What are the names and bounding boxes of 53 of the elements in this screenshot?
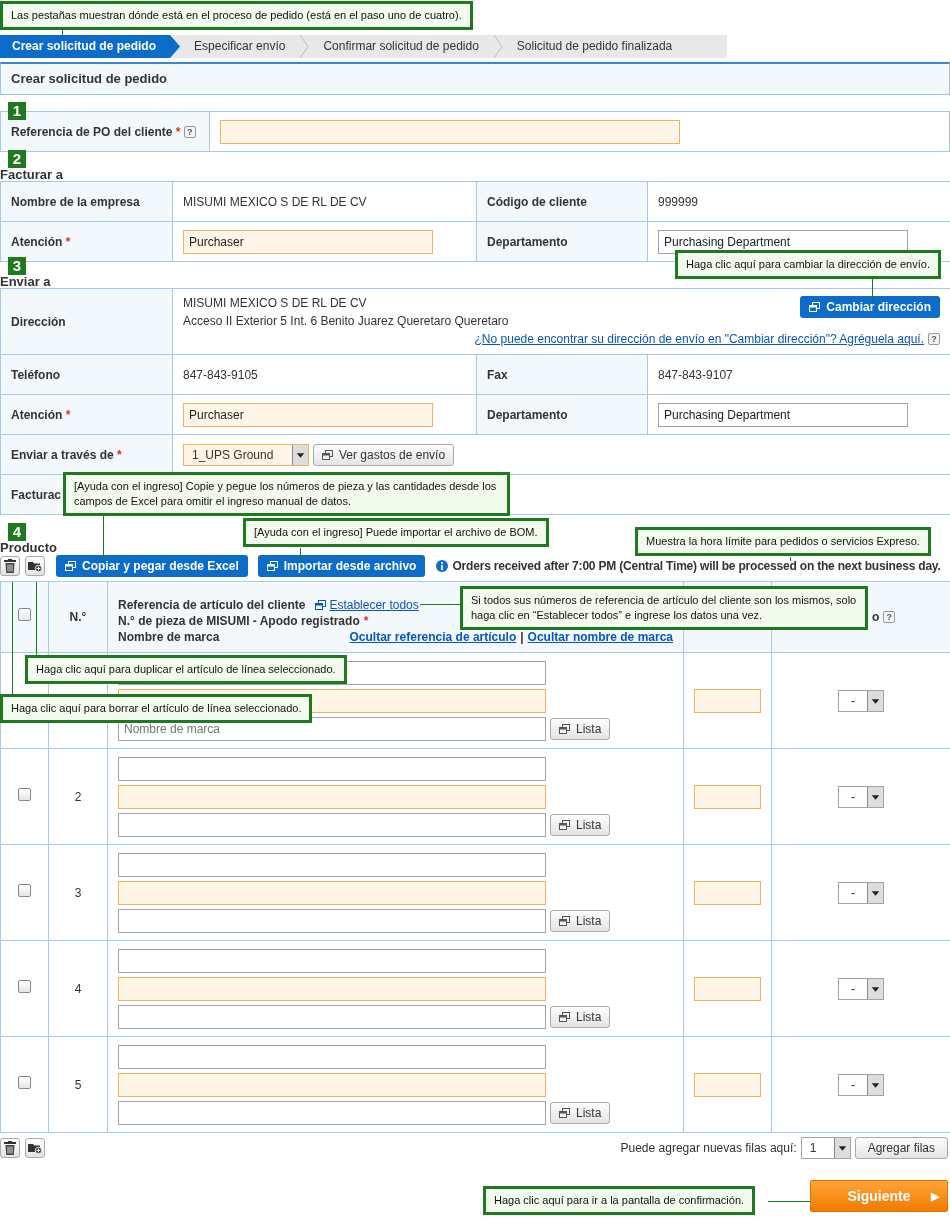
help-tooltip: [Ayuda con el ingreso] Copie y pegue los números de pieza y las cantidades desde los campos de Excel para omitir el ingreso manual de datos.: [63, 472, 510, 516]
help-tooltip: Haga clic aquí para cambiar la dirección de envío.: [675, 250, 941, 279]
column-header: Nombre de marca: [118, 629, 220, 645]
field-label: Teléfono: [11, 367, 61, 382]
field-value: MISUMI MEXICO S DE RL DE CV: [183, 194, 367, 209]
section-title: Enviar a: [0, 275, 51, 289]
help-tooltip: Haga clic aquí para duplicar el artículo de línea seleccionado.: [25, 655, 347, 684]
link-separator: |: [520, 629, 524, 645]
help-tooltip: [Ayuda con el ingreso] Puede importar el archivo de BOM.: [243, 518, 549, 547]
step-number: 1: [8, 102, 26, 120]
field-label: Facturac: [11, 487, 62, 502]
field-label: Departamento: [487, 234, 568, 249]
arrow-icon: ▶: [931, 1187, 939, 1205]
field-label: Departamento: [487, 407, 568, 422]
help-tooltip: Muestra la hora límite para pedidos o servicios Expreso.: [635, 527, 931, 556]
step-number: 2: [8, 150, 26, 168]
section-title: Facturar a: [0, 168, 63, 182]
required-mark: *: [65, 407, 71, 422]
help-tooltip: Si todos sus números de referencia de artículo del cliente son los mismos, solo haga clic en “Establecer todos” e ingrese los datos una vez.: [460, 586, 868, 630]
required-mark: *: [363, 613, 369, 629]
add-rows-label: Puede agregar nuevas filas aquí:: [620, 1140, 797, 1157]
required-mark: *: [65, 234, 71, 249]
help-tooltip: Haga clic aquí para borrar el artículo de línea seleccionado.: [0, 694, 313, 723]
field-label: Nombre de la empresa: [11, 194, 140, 209]
page-title: Crear solicitud de pedido: [0, 62, 950, 95]
cutoff-notice: Orders received after 7:00 PM (Central Time) will be processed on the next business day.: [452, 559, 941, 573]
row-number: 3: [74, 885, 82, 900]
help-tooltip: Haga clic aquí para ir a la pantalla de confirmación.: [483, 1186, 756, 1215]
field-label: Enviar a través de: [11, 447, 114, 462]
field-value: 847-843-9105: [183, 367, 258, 382]
address-line: MISUMI MEXICO S DE RL DE CV: [183, 294, 368, 312]
column-header: o: [872, 609, 880, 626]
column-header: N.° de pieza de MISUMI - Apodo registrado: [118, 613, 360, 629]
row-number: 5: [74, 1077, 82, 1092]
field-label: Atención: [11, 407, 63, 422]
step-number: 4: [8, 523, 26, 541]
step-number: 3: [8, 257, 26, 275]
help-tooltip: Las pestañas muestran dónde está en el proceso de pedido (está en el paso uno de cuatro).: [0, 1, 473, 30]
field-value: 847-843-9107: [658, 367, 733, 382]
row-number: 2: [74, 789, 82, 804]
column-header: N.°: [69, 610, 87, 624]
field-label: Código de cliente: [487, 194, 587, 209]
field-value: 999999: [658, 194, 699, 209]
column-header: Referencia de artículo del cliente: [118, 597, 306, 613]
required-mark: *: [117, 447, 122, 462]
required-mark: *: [175, 124, 181, 139]
field-label: Atención: [11, 234, 63, 249]
field-label: Referencia de PO del cliente: [11, 124, 173, 139]
section-title: Producto: [0, 541, 58, 555]
field-label: Fax: [487, 367, 508, 382]
address-line: Acceso II Exterior 5 Int. 6 Benito Juarez Queretaro Queretaro: [183, 312, 509, 330]
row-number: 4: [74, 981, 82, 996]
field-label: Dirección: [11, 314, 66, 329]
